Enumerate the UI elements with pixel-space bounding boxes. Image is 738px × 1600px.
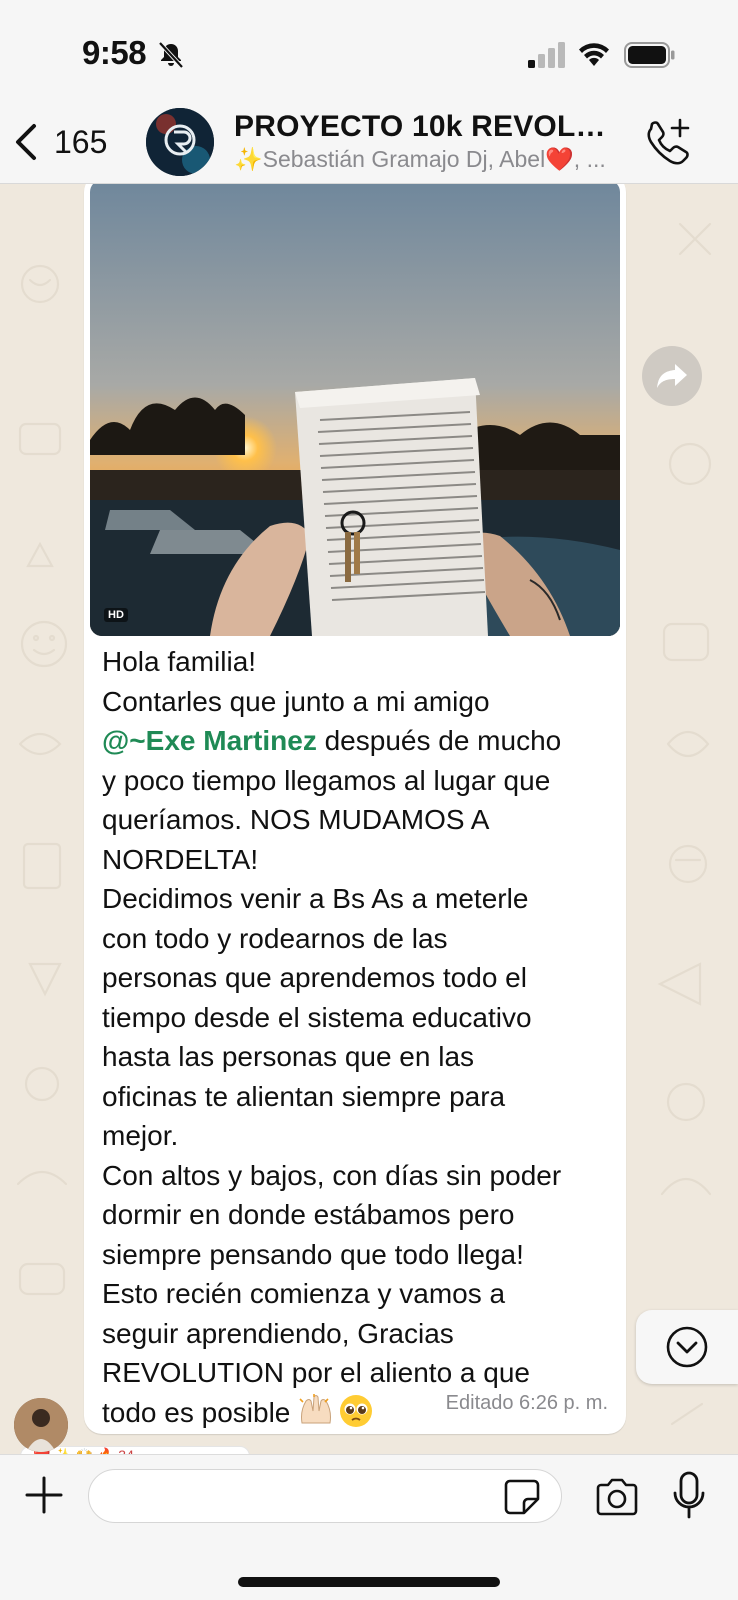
sunset-contract-photo xyxy=(90,184,620,636)
person-avatar-icon xyxy=(14,1398,68,1452)
chevron-down-circle-icon xyxy=(666,1326,708,1368)
message-line: Decidimos venir a Bs As a meterle xyxy=(102,883,529,914)
message-text: Hola familia! Contarles que junto a mi a… xyxy=(102,642,614,1432)
message-line: personas que aprendemos todo el xyxy=(102,962,527,993)
group-logo-icon xyxy=(146,108,214,176)
message-line: con todo y rodearnos de las xyxy=(102,922,448,954)
message-line: siempre pensando que todo llega! xyxy=(102,1238,524,1270)
message-line: Contarles que junto a mi amigo xyxy=(102,685,490,717)
message-line: mejor. xyxy=(102,1120,179,1151)
message-line: seguir aprendiendo, Gracias xyxy=(102,1317,454,1349)
wifi-icon xyxy=(579,43,609,66)
home-indicator xyxy=(238,1577,500,1587)
message-line-text: después de mucho xyxy=(316,725,562,756)
composer-bar xyxy=(0,1454,738,1600)
group-members[interactable]: ✨Sebastián Gramajo Dj, Abel❤️, ... xyxy=(234,146,614,173)
message-line: @~Exe Martinez después de mucho xyxy=(102,721,614,761)
back-button[interactable]: 165 xyxy=(12,120,107,164)
raising-hands-icon xyxy=(299,1393,332,1423)
sticker-icon[interactable] xyxy=(502,1477,542,1517)
message-line: Esto recién comienza y vamos a xyxy=(102,1278,506,1309)
message-timestamp: Editado 6:26 p. m. xyxy=(445,1392,608,1414)
status-time: 9:58 xyxy=(82,34,147,71)
mention-link[interactable]: @~Exe Martinez xyxy=(102,725,317,756)
cellular-signal-icon xyxy=(528,42,565,68)
message-line: y poco tiempo llegamos al lugar que xyxy=(102,764,551,796)
plus-icon[interactable] xyxy=(24,1475,64,1515)
message-line-text: todo es posible xyxy=(102,1396,291,1428)
hd-badge: HD xyxy=(104,608,128,622)
message-line: REVOLUTION por el aliento a que xyxy=(102,1357,530,1388)
scroll-to-bottom-button[interactable] xyxy=(636,1310,738,1384)
message-line: tiempo desde el sistema educativo xyxy=(102,1001,532,1033)
forward-button[interactable] xyxy=(642,346,702,406)
unread-count: 165 xyxy=(54,123,108,160)
bell-slash-icon xyxy=(158,41,184,69)
message-line: oficinas te alientan siempre para xyxy=(102,1080,506,1112)
battery-icon xyxy=(624,42,675,68)
message-line: Hola familia! xyxy=(102,646,257,677)
camera-icon[interactable] xyxy=(594,1477,640,1517)
pleading-face-icon xyxy=(340,1394,373,1427)
message-bubble[interactable]: HD Hola familia! Contarles que junto a m… xyxy=(84,184,626,1434)
chat-header: 165 PROYECTO 10k REVOLUTION ✨Sebastián G… xyxy=(0,100,738,184)
message-line: Con altos y bajos, con días sin poder xyxy=(102,1159,562,1191)
message-input[interactable] xyxy=(88,1469,562,1523)
message-line: queríamos. NOS MUDAMOS A xyxy=(102,804,490,835)
message-line: hasta las personas que en las xyxy=(102,1041,475,1072)
microphone-icon[interactable] xyxy=(672,1471,706,1521)
sender-avatar[interactable] xyxy=(14,1398,68,1452)
group-title[interactable]: PROYECTO 10k REVOLUTION xyxy=(234,110,624,144)
phone-add-icon[interactable] xyxy=(642,116,692,166)
group-avatar[interactable] xyxy=(146,108,214,176)
message-line: NORDELTA! xyxy=(102,843,259,875)
status-bar: 9:58 xyxy=(0,0,738,108)
chevron-left-icon xyxy=(16,124,36,160)
share-forward-icon xyxy=(657,364,687,388)
chat-area[interactable]: HD Hola familia! Contarles que junto a m… xyxy=(0,184,738,1454)
message-photo[interactable]: HD xyxy=(90,184,620,636)
message-line: dormir en donde estábamos pero xyxy=(102,1199,515,1230)
